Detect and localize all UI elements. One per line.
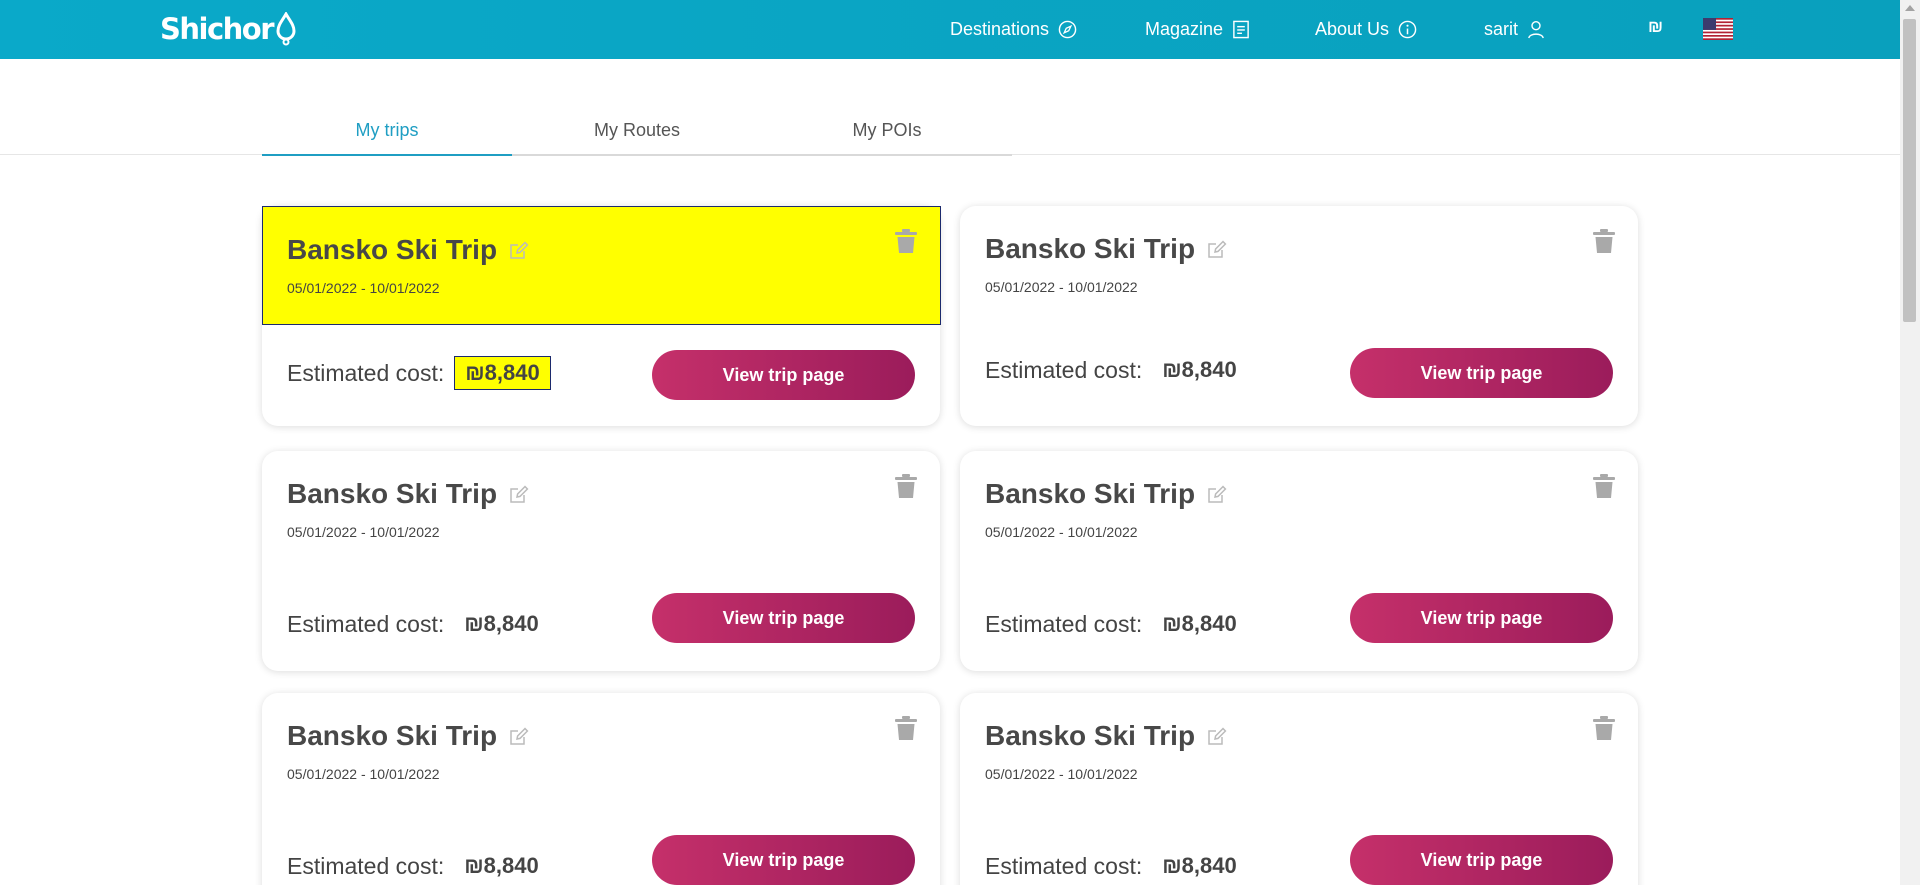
trash-icon[interactable] [895,473,917,499]
trip-title: Bansko Ski Trip [985,720,1227,752]
trip-card: Bansko Ski Trip 05/01/2022 - 10/01/2022 … [960,451,1638,671]
view-trip-page-button[interactable]: View trip page [1350,348,1613,398]
cost-label: Estimated cost: [985,610,1143,637]
cost-label: Estimated cost: [985,356,1143,383]
cost-label: Estimated cost: [287,610,445,637]
nav-magazine[interactable]: Magazine [1145,0,1250,59]
info-icon [1398,20,1417,39]
logo-text: Shichor [160,12,275,46]
top-navigation-bar: Shichor Destinations Magazine About Us s… [0,0,1900,59]
trip-title: Bansko Ski Trip [287,478,529,510]
trash-icon[interactable] [895,228,917,254]
tab-my-routes[interactable]: My Routes [512,110,762,154]
nav-about-us[interactable]: About Us [1315,0,1417,59]
estimated-cost: Estimated cost: ₪8,840 [287,852,539,880]
trash-icon[interactable] [895,715,917,741]
trash-icon[interactable] [1593,715,1615,741]
tabs-bar: My trips My Routes My POIs [262,110,1012,156]
view-trip-page-button[interactable]: View trip page [652,593,915,643]
edit-icon[interactable] [509,240,529,260]
edit-icon[interactable] [509,484,529,504]
edit-icon[interactable] [509,726,529,746]
view-trip-page-button[interactable]: View trip page [1350,835,1613,885]
trash-icon[interactable] [1593,473,1615,499]
trip-dates: 05/01/2022 - 10/01/2022 [287,524,440,540]
estimated-cost: Estimated cost: ₪8,840 [985,852,1237,880]
scroll-up-arrow-icon[interactable] [1905,5,1915,11]
currency-selector[interactable]: ₪ [1648,17,1663,37]
cost-value: ₪8,840 [464,611,539,636]
trip-title: Bansko Ski Trip [985,233,1227,265]
page: Shichor Destinations Magazine About Us s… [0,0,1920,885]
nav-magazine-label: Magazine [1145,19,1224,39]
trip-dates: 05/01/2022 - 10/01/2022 [287,280,440,296]
trip-card: Bansko Ski Trip 05/01/2022 - 10/01/2022 … [960,693,1638,885]
cost-value: ₪8,840 [454,356,551,390]
trip-title-text: Bansko Ski Trip [985,478,1196,509]
cost-value: ₪8,840 [1162,853,1237,878]
cost-value: ₪8,840 [464,853,539,878]
tab-my-pois[interactable]: My POIs [762,110,1012,154]
estimated-cost: Estimated cost: ₪8,840 [985,356,1237,384]
estimated-cost: Estimated cost: ₪8,840 [985,610,1237,638]
nav-user-account[interactable]: sarit [1484,0,1545,59]
trip-dates: 05/01/2022 - 10/01/2022 [985,766,1138,782]
trip-title-text: Bansko Ski Trip [287,478,498,509]
trip-dates: 05/01/2022 - 10/01/2022 [287,766,440,782]
user-name: sarit [1484,19,1519,39]
edit-icon[interactable] [1207,239,1227,259]
view-trip-page-button[interactable]: View trip page [652,835,915,885]
shichor-logo[interactable]: Shichor [160,10,297,48]
cost-label: Estimated cost: [985,852,1143,879]
trip-dates: 05/01/2022 - 10/01/2022 [985,524,1138,540]
user-icon [1528,20,1544,39]
trip-card: Bansko Ski Trip 05/01/2022 - 10/01/2022 … [960,206,1638,426]
estimated-cost: Estimated cost: ₪8,840 [287,610,539,638]
nav-about-label: About Us [1315,19,1390,39]
trip-card: Bansko Ski Trip 05/01/2022 - 10/01/2022 … [262,693,940,885]
nav-destinations[interactable]: Destinations [950,0,1077,59]
tab-my-trips[interactable]: My trips [262,110,512,156]
cost-label: Estimated cost: [287,359,445,386]
cost-label: Estimated cost: [287,852,445,879]
trash-icon[interactable] [1593,228,1615,254]
view-trip-page-button[interactable]: View trip page [652,350,915,400]
edit-icon[interactable] [1207,726,1227,746]
trip-title-text: Bansko Ski Trip [985,233,1196,264]
trip-title: Bansko Ski Trip [985,478,1227,510]
edit-icon[interactable] [1207,484,1227,504]
trip-card: Bansko Ski Trip 05/01/2022 - 10/01/2022 … [262,206,941,426]
view-trip-page-button[interactable]: View trip page [1350,593,1613,643]
trip-title-text: Bansko Ski Trip [287,234,498,265]
trip-title-text: Bansko Ski Trip [287,720,498,751]
compass-icon [1058,20,1077,39]
trip-title: Bansko Ski Trip [287,234,529,266]
trip-dates: 05/01/2022 - 10/01/2022 [985,279,1138,295]
trip-title-text: Bansko Ski Trip [985,720,1196,751]
trip-title: Bansko Ski Trip [287,720,529,752]
cost-value: ₪8,840 [1162,357,1237,382]
magazine-icon [1233,20,1249,39]
nav-destinations-label: Destinations [950,19,1050,39]
cost-value: ₪8,840 [1162,611,1237,636]
us-flag-icon[interactable] [1703,18,1733,40]
scrollbar-thumb[interactable] [1903,19,1916,322]
estimated-cost: Estimated cost: ₪8,840 [287,356,551,390]
trip-card: Bansko Ski Trip 05/01/2022 - 10/01/2022 … [262,451,940,671]
water-drop-icon [276,12,296,46]
